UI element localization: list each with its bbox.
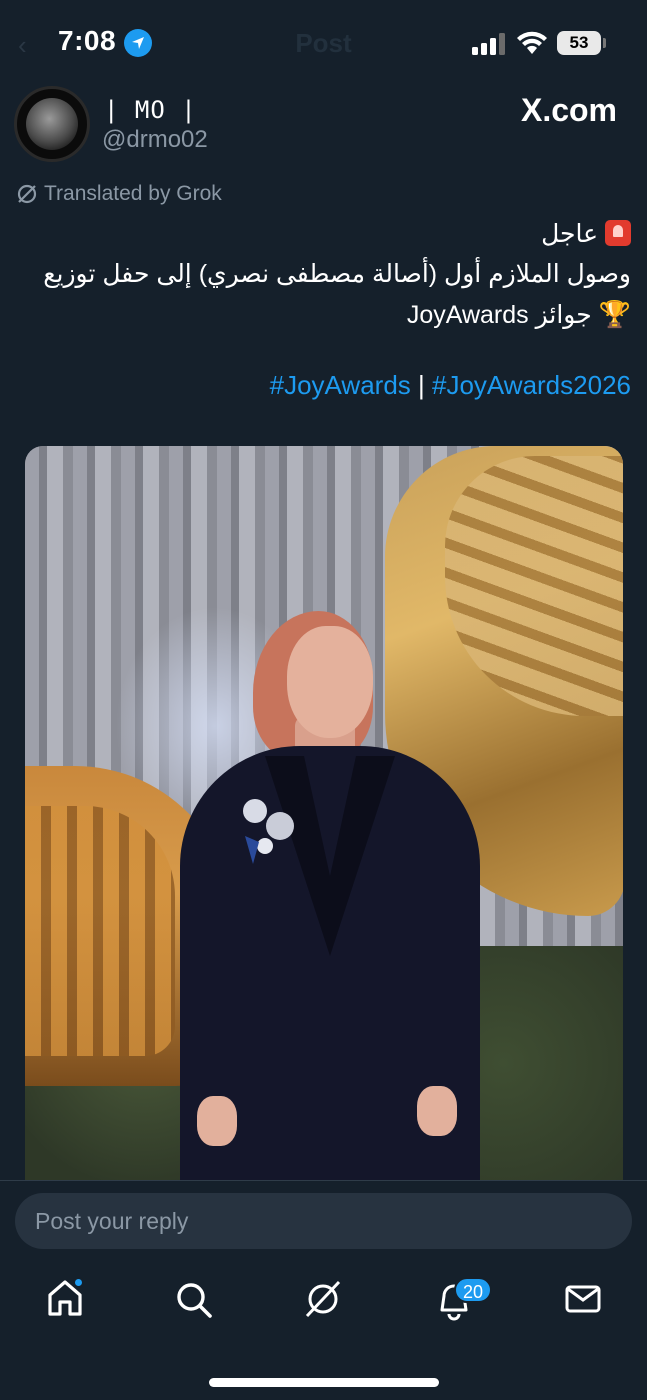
battery-tip	[603, 38, 606, 48]
siren-emoji-icon	[605, 220, 631, 246]
hashtags: #JoyAwards | #JoyAwards2026	[16, 370, 631, 401]
post-line-2: وصول الملازم أول (أصالة مصطفى نصري) إلى …	[43, 260, 631, 288]
tab-grok[interactable]	[303, 1278, 343, 1324]
author-handle[interactable]: @drmo02	[102, 126, 208, 154]
reply-input[interactable]: Post your reply	[15, 1193, 632, 1249]
translated-label[interactable]: Translated by Grok	[16, 182, 222, 206]
avatar[interactable]	[14, 86, 90, 162]
x-logo: X.com	[520, 92, 617, 128]
tab-search[interactable]	[174, 1278, 214, 1324]
post-text: عاجل وصول الملازم أول (أصالة مصطفى نصري)…	[16, 214, 631, 335]
grok-icon	[17, 184, 37, 204]
tab-messages[interactable]	[563, 1278, 603, 1324]
post-image[interactable]	[25, 446, 623, 1180]
notifications-badge: 20	[454, 1277, 492, 1303]
wifi-icon	[517, 31, 547, 54]
post-line-3: جوائز JoyAwards	[406, 301, 592, 329]
status-time: 7:08	[58, 25, 117, 56]
post-line-1: عاجل	[541, 220, 599, 248]
divider	[0, 1180, 647, 1181]
reply-placeholder: Post your reply	[35, 1208, 189, 1234]
author-name[interactable]: | MO |	[104, 96, 197, 124]
cellular-signal-icon	[472, 33, 505, 55]
translated-text: Translated by Grok	[44, 182, 222, 205]
search-icon	[177, 1283, 212, 1318]
battery-indicator: 53	[557, 31, 601, 55]
hashtag-separator: |	[410, 370, 432, 400]
status-bar: ‹ Post 7:08 53	[0, 0, 647, 88]
grok-icon	[305, 1280, 341, 1318]
location-arrow-icon	[124, 29, 152, 57]
hashtag-link[interactable]: #JoyAwards	[270, 370, 411, 400]
envelope-icon	[565, 1285, 601, 1313]
hashtag-link[interactable]: #JoyAwards2026	[432, 370, 631, 400]
home-indicator	[209, 1378, 439, 1387]
home-new-dot	[73, 1277, 84, 1288]
trophy-emoji-icon: 🏆	[598, 299, 631, 329]
